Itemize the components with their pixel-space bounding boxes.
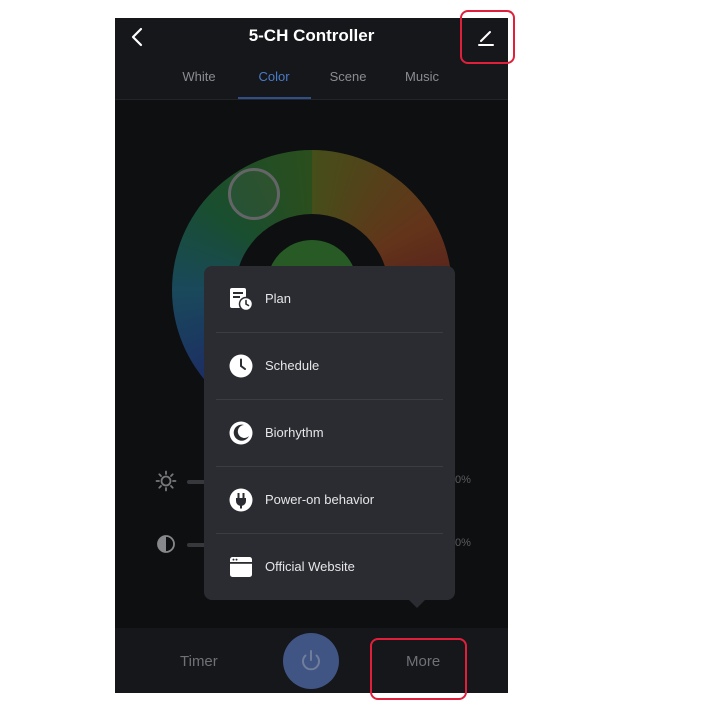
menu-item-label: Schedule [265,358,320,373]
timer-button[interactable]: Timer [180,653,218,670]
menu-item-label: Official Website [265,559,355,574]
menu-item-biorhythm[interactable]: Biorhythm [216,400,443,466]
menu-item-label: Plan [265,291,292,306]
menu-item-power-on-behavior[interactable]: Power-on behavior [216,467,443,533]
clock-icon [229,354,253,378]
menu-item-label: Biorhythm [265,425,324,440]
menu-item-label: Power-on behavior [265,492,375,507]
biorhythm-icon [229,421,253,445]
browser-window-icon [230,557,252,577]
tab-white[interactable]: White [164,69,234,84]
power-icon [302,650,320,671]
plan-icon [230,288,254,312]
menu-item-official-website[interactable]: Official Website [216,534,443,600]
tab-color[interactable]: Color [239,69,309,84]
plug-icon [229,488,253,512]
edit-highlight-box [460,10,515,64]
more-menu-popup: Plan Schedule Biorhythm Power-on behavio… [204,266,455,600]
header: 5-CH Controller [115,18,508,58]
page-title: 5-CH Controller [248,26,375,45]
tab-bar: White Color Scene Music [115,66,508,99]
more-highlight-box [370,638,467,700]
phone-screen: 5-CH Controller White Color Scene Music [115,18,508,693]
tab-scene[interactable]: Scene [313,69,383,84]
menu-item-plan[interactable]: Plan [216,266,443,332]
tab-music[interactable]: Music [387,69,457,84]
power-button[interactable] [283,633,339,689]
menu-item-schedule[interactable]: Schedule [216,333,443,399]
popup-pointer [407,598,427,608]
